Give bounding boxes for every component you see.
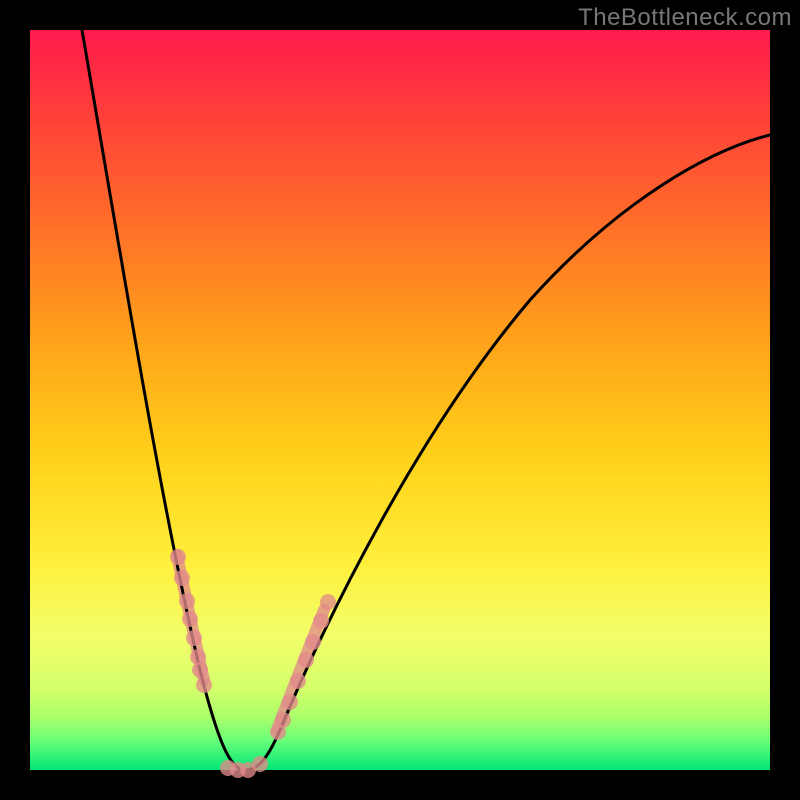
highlight-dot	[298, 652, 314, 668]
highlight-dot	[290, 673, 306, 689]
chart-frame: TheBottleneck.com	[0, 0, 800, 800]
bottleneck-curve	[82, 30, 770, 770]
highlight-dot	[282, 694, 298, 710]
highlight-dot	[182, 611, 198, 627]
curve-layer	[30, 30, 770, 770]
highlight-dots	[170, 549, 336, 778]
highlight-dot	[170, 549, 186, 565]
highlight-dot	[192, 662, 208, 678]
highlight-dot	[179, 593, 195, 609]
highlight-dot	[186, 630, 202, 646]
highlight-dot	[275, 712, 291, 728]
plot-area	[30, 30, 770, 770]
highlight-segment	[277, 610, 324, 730]
bottleneck-curve	[82, 30, 770, 770]
highlight-dot	[196, 677, 212, 693]
highlight-dot	[305, 634, 321, 650]
highlight-dot	[313, 613, 329, 629]
highlight-dot	[174, 570, 190, 586]
watermark-text: TheBottleneck.com	[578, 4, 792, 32]
highlight-dot	[252, 756, 268, 772]
highlight-dot	[320, 594, 336, 610]
